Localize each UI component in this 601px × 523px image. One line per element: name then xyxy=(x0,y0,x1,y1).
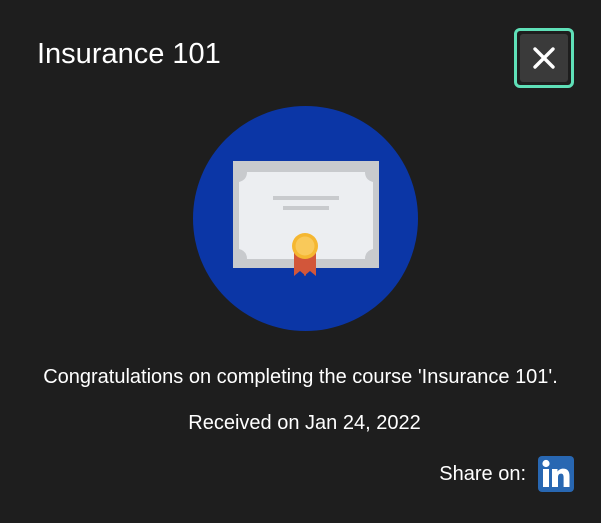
share-label: Share on: xyxy=(439,463,526,485)
certificate-illustration xyxy=(193,106,418,331)
completion-message: Congratulations on completing the course… xyxy=(43,366,558,388)
certificate-dialog: Insurance 101 Congratulations on complet… xyxy=(0,0,601,523)
close-button-surface[interactable] xyxy=(520,34,568,82)
linkedin-icon[interactable] xyxy=(538,456,574,492)
dialog-title: Insurance 101 xyxy=(37,38,221,70)
certificate-text-line xyxy=(273,196,339,200)
close-button[interactable] xyxy=(514,28,574,88)
close-icon xyxy=(533,47,555,69)
received-date: Received on Jan 24, 2022 xyxy=(188,412,421,434)
share-row: Share on: xyxy=(439,456,574,492)
certificate-text-line xyxy=(283,206,329,210)
seal-inner xyxy=(295,236,315,256)
